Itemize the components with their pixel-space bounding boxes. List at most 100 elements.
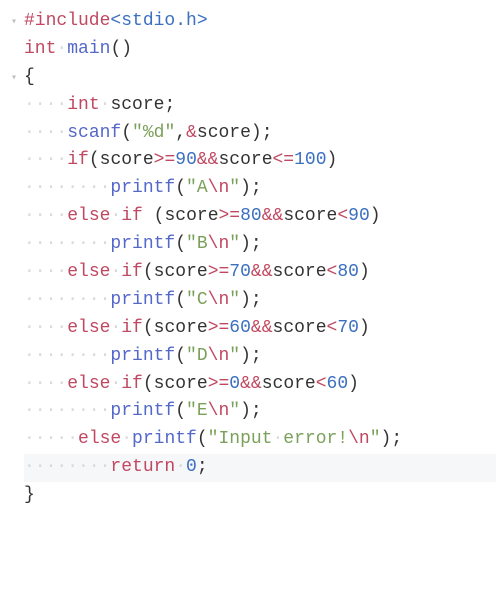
- ws-dot: ········: [24, 290, 110, 310]
- id-score: score: [154, 318, 208, 338]
- ws-dot: ····: [24, 206, 67, 226]
- line-content: ····else·if(score>=70&&score<80): [24, 259, 496, 287]
- fn-main: main: [67, 39, 110, 59]
- esc: \n: [348, 429, 370, 449]
- keyword-int: int: [24, 39, 56, 59]
- keyword-else: else: [67, 262, 110, 282]
- semi: ;: [251, 401, 262, 421]
- semi: ;: [262, 123, 273, 143]
- ws-dot: ·: [56, 39, 67, 59]
- semi: ;: [197, 457, 208, 477]
- num: 90: [175, 150, 197, 170]
- line-content: ········printf("A\n");: [24, 175, 496, 203]
- gutter: [4, 231, 24, 237]
- ws-dot: ········: [24, 346, 110, 366]
- num: 70: [229, 262, 251, 282]
- gutter: [4, 147, 24, 153]
- id-score: score: [154, 262, 208, 282]
- op-ge: >=: [154, 150, 176, 170]
- line-content: ········printf("E\n");: [24, 398, 496, 426]
- op-ge: >=: [208, 318, 230, 338]
- op-lt: <: [327, 318, 338, 338]
- str: "D: [186, 346, 208, 366]
- id-score: score: [100, 150, 154, 170]
- semi: ;: [164, 95, 175, 115]
- code-line: ····else·if(score>=0&&score<60): [4, 371, 496, 399]
- op-and: &&: [262, 206, 284, 226]
- ws-dot: ·: [175, 457, 186, 477]
- line-content: ········printf("C\n");: [24, 287, 496, 315]
- op-and: &&: [251, 262, 273, 282]
- line-content: ····else·if(score>=0&&score<60): [24, 371, 496, 399]
- code-line: int·main(): [4, 36, 496, 64]
- code-block: ▾ #include<stdio.h> int·main() ▾ { ····i…: [4, 8, 496, 510]
- code-line: ····else·if(score>=60&&score<70): [4, 315, 496, 343]
- line-content: }: [24, 482, 496, 510]
- keyword-else: else: [78, 429, 121, 449]
- code-line: ····else·if(score>=70&&score<80): [4, 259, 496, 287]
- rparen: ): [251, 123, 262, 143]
- semi: ;: [251, 178, 262, 198]
- gutter: [4, 371, 24, 377]
- line-content: ····if(score>=90&&score<=100): [24, 147, 496, 175]
- num: 70: [337, 318, 359, 338]
- gutter: [4, 175, 24, 181]
- keyword-return: return: [110, 457, 175, 477]
- str: "C: [186, 290, 208, 310]
- lparen: (: [110, 39, 121, 59]
- op-and: &&: [251, 318, 273, 338]
- code-line: ▾ #include<stdio.h>: [4, 8, 496, 36]
- line-content: #include<stdio.h>: [24, 8, 496, 36]
- rparen: ): [370, 206, 381, 226]
- gutter: [4, 259, 24, 265]
- code-line: ········printf("D\n");: [4, 343, 496, 371]
- op-lt: <: [337, 206, 348, 226]
- ws-dot: ····: [24, 318, 67, 338]
- fold-icon[interactable]: ▾: [4, 8, 24, 31]
- fn-printf: printf: [110, 290, 175, 310]
- ws-dot: ·····: [24, 429, 78, 449]
- ws-dot: ········: [24, 234, 110, 254]
- code-line: ····else·if (score>=80&&score<90): [4, 203, 496, 231]
- rparen: ): [121, 39, 132, 59]
- ws-dot: ·: [110, 318, 121, 338]
- op-lt: <: [327, 262, 338, 282]
- fold-icon[interactable]: ▾: [4, 64, 24, 87]
- ws-dot: ········: [24, 401, 110, 421]
- op-and: &&: [197, 150, 219, 170]
- op-ge: >=: [208, 374, 230, 394]
- gutter: [4, 426, 24, 432]
- esc: \n: [208, 178, 230, 198]
- num: 0: [186, 457, 197, 477]
- gutter: [4, 398, 24, 404]
- fn-printf: printf: [110, 346, 175, 366]
- ws-dot: ·: [272, 429, 283, 449]
- op-ge: >=: [219, 206, 241, 226]
- line-content: ········printf("D\n");: [24, 343, 496, 371]
- fn-printf: printf: [110, 178, 175, 198]
- ws-dot: ········: [24, 457, 110, 477]
- str: error!: [283, 429, 348, 449]
- esc: \n: [208, 290, 230, 310]
- id-score: score: [218, 150, 272, 170]
- code-line: ········printf("C\n");: [4, 287, 496, 315]
- rparen: ): [381, 429, 392, 449]
- str: ": [370, 429, 381, 449]
- num: 0: [229, 374, 240, 394]
- line-content: ·····else·printf("Input·error!\n");: [24, 426, 496, 454]
- keyword-if: if: [67, 150, 89, 170]
- semi: ;: [251, 234, 262, 254]
- code-line: ····scanf("%d",&score);: [4, 120, 496, 148]
- keyword-if: if: [121, 374, 143, 394]
- ws-dot: ·: [121, 429, 132, 449]
- esc: \n: [208, 346, 230, 366]
- ws-dot: ·: [110, 374, 121, 394]
- line-content: ····int·score;: [24, 92, 496, 120]
- gutter: [4, 343, 24, 349]
- code-line: ········printf("A\n");: [4, 175, 496, 203]
- num: 80: [240, 206, 262, 226]
- lparen: (: [143, 374, 154, 394]
- rparen: ): [359, 318, 370, 338]
- id-score: score: [197, 123, 251, 143]
- gutter: [4, 203, 24, 209]
